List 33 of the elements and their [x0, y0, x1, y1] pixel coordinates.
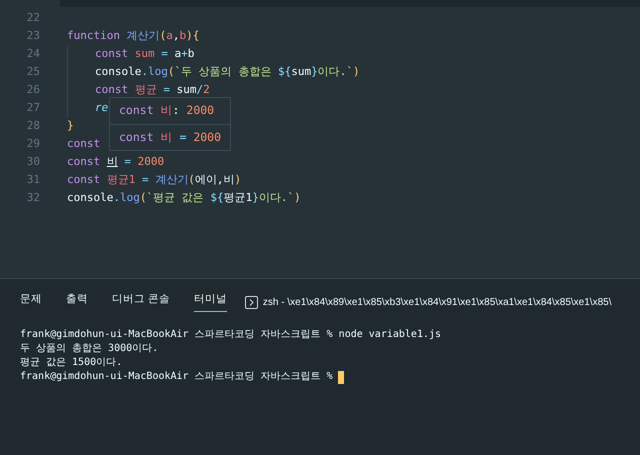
terminal-line: frank@gimdohun-ui-MacBookAir 스파르타코딩 자바스크립트 %: [20, 370, 333, 384]
code-line: console.log(`평균 값은 ${평균1}이다.`): [67, 190, 301, 206]
panel-tab[interactable]: 문제: [20, 292, 42, 312]
panel-tab[interactable]: 디버그 콘솔: [112, 292, 170, 312]
code-line: const sum = a+b: [95, 46, 194, 62]
shell-selector[interactable]: zsh - \xe1\x84\x89\xe1\x85\xb3\xe1\x84\x91\xe1\x85\xa1\xe1\x84\x85\xe1\x85\: [262, 294, 612, 310]
tooltip-line: const 비 = 2000: [119, 128, 222, 146]
panel-tab[interactable]: 터미널: [194, 292, 227, 312]
code-line: }: [67, 118, 74, 134]
line-number: 31: [26, 172, 40, 188]
code-line: const 평균 = sum/2: [95, 82, 210, 98]
line-number: 32: [26, 190, 40, 206]
line-number: 24: [26, 46, 40, 62]
terminal-icon[interactable]: [244, 296, 258, 308]
line-number: 25: [26, 64, 40, 80]
panel-tab[interactable]: 출력: [66, 292, 88, 312]
code-line: const 비 = 2000: [67, 154, 164, 170]
code-line: function 계산기(a,b){: [67, 28, 200, 44]
line-number: 27: [26, 100, 40, 116]
terminal-line: 두 상품의 총합은 3000이다.: [20, 342, 158, 356]
code-line: console.log(`두 상품의 총합은 ${sum}이다.`): [95, 64, 360, 80]
tooltip-line: const 비: 2000: [119, 102, 214, 120]
code-line: const 평균1 = 계산기(에이,비): [67, 172, 242, 188]
line-number: 29: [26, 136, 40, 152]
line-number: 28: [26, 118, 40, 134]
line-number: 30: [26, 154, 40, 170]
code-line: const: [67, 136, 100, 152]
terminal-line: 평균 값은 1500이다.: [20, 356, 122, 370]
terminal-line: frank@gimdohun-ui-MacBookAir 스파르타코딩 자바스크립트 % node variable1.js: [20, 328, 442, 342]
code-line: re: [95, 100, 108, 116]
line-number: 23: [26, 28, 40, 44]
line-number: 26: [26, 82, 40, 98]
line-number: 22: [26, 10, 40, 26]
